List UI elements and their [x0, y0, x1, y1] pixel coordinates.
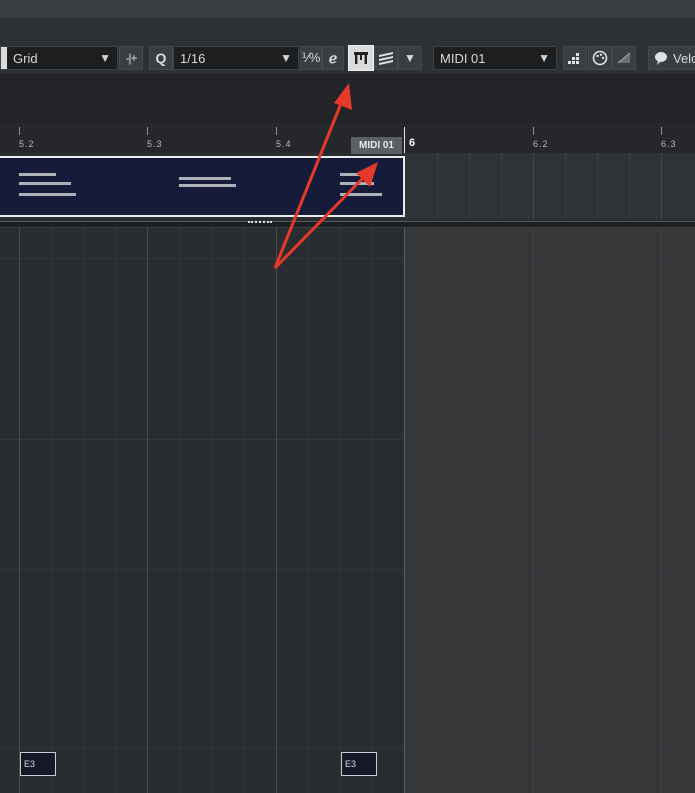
chevron-down-icon: ▼ [280, 51, 292, 65]
overview-grid-line [565, 153, 566, 219]
ruler-tick [533, 127, 534, 135]
auto-scroll-button[interactable] [348, 45, 374, 71]
overview-grid-line [469, 153, 470, 219]
chevron-down-icon: ▼ [99, 51, 111, 65]
track-select[interactable]: MIDI 01 ▼ [433, 46, 557, 70]
overview-grid-line [501, 153, 502, 219]
overview-grid-line [533, 153, 534, 219]
grid-line [243, 228, 244, 793]
midi-part[interactable] [0, 156, 405, 217]
quantize-button[interactable]: Q [149, 46, 173, 70]
auto-scroll-icon [354, 52, 368, 64]
percent-quantize-icon: ⅟% [301, 50, 321, 65]
editor-toolbar: Grid ▼ -|+ Q 1/16 ▼ ⅟% ℯ ▼ MIDI 01 ▼ Vel… [0, 40, 695, 74]
quantize-setup-icon: ℯ [328, 49, 338, 66]
key-row-line [0, 258, 695, 259]
snap-indicator [1, 47, 7, 69]
overview-grid-line [597, 153, 598, 219]
grid-line [308, 228, 309, 793]
overview-grid-line [629, 153, 630, 219]
midi-note[interactable]: E3 [20, 752, 56, 776]
key-row-line [0, 748, 695, 749]
info-line [0, 74, 695, 124]
grid-line [340, 228, 341, 793]
grid-line [179, 228, 180, 793]
speech-bubble-icon [655, 52, 667, 65]
chevron-down-icon: ▼ [404, 51, 416, 65]
overview-outside-area [404, 153, 695, 219]
track-name-value: MIDI 01 [440, 50, 486, 66]
note-editor-grid[interactable]: E3 E3 [0, 228, 695, 793]
ruler-label: 5.3 [147, 139, 163, 149]
ruler-label: 5.2 [19, 139, 35, 149]
ruler-label: 6.3 [661, 139, 677, 149]
layers-icon [379, 52, 393, 65]
note-steps-icon [568, 53, 579, 64]
chevron-down-icon: ▼ [538, 51, 550, 65]
mini-note [19, 173, 56, 176]
mini-note [179, 184, 236, 187]
color-scheme-button[interactable] [588, 46, 612, 70]
mini-note [19, 182, 71, 185]
mute-icon [617, 52, 631, 64]
quantize-value: 1/16 [180, 50, 206, 66]
quantize-label: Q [155, 50, 167, 66]
ruler-tick [276, 127, 277, 135]
mute-edit-button[interactable] [612, 46, 636, 70]
grid-line [51, 228, 52, 793]
beat-line [661, 228, 662, 793]
beat-line [19, 228, 20, 793]
mini-note [179, 177, 231, 180]
ruler-tick [19, 127, 20, 135]
key-row-line [0, 439, 695, 440]
mini-note [340, 182, 374, 185]
beat-line [276, 228, 277, 793]
beat-line [533, 228, 534, 793]
velocity-label: Velo [673, 50, 695, 66]
grid-line [115, 228, 116, 793]
indicate-transpositions-button[interactable] [563, 46, 587, 70]
ruler-tick [147, 127, 148, 135]
ruler-tick [661, 127, 662, 135]
midi-note[interactable]: E3 [341, 752, 377, 776]
title-strip [0, 0, 695, 18]
overview-grid-line [661, 153, 662, 219]
iterative-quantize-button[interactable]: ⅟% [300, 46, 322, 70]
grid-line [211, 228, 212, 793]
ruler-label: 6.2 [533, 139, 549, 149]
snap-insert-icon: -|+ [125, 51, 137, 65]
grid-line [372, 228, 373, 793]
bar-line [404, 127, 405, 153]
insert-snap-button[interactable]: -|+ [119, 46, 143, 70]
mini-note [340, 173, 364, 176]
quantize-preset-select[interactable]: 1/16 ▼ [173, 46, 299, 70]
resize-handle[interactable] [248, 221, 272, 226]
overview-grid-line [437, 153, 438, 219]
lane-divider[interactable] [0, 221, 695, 228]
velocity-select[interactable]: Velo [648, 46, 695, 70]
outside-part-area [404, 228, 695, 793]
suspend-autoscroll-button[interactable] [374, 46, 398, 70]
key-row-line [0, 569, 695, 570]
ruler-bar-label: 6 [409, 137, 416, 149]
part-name-tag[interactable]: MIDI 01 [351, 137, 402, 154]
mini-note [340, 193, 382, 196]
autoscroll-options-button[interactable]: ▼ [398, 46, 422, 70]
palette-icon [592, 50, 608, 66]
beat-line [147, 228, 148, 793]
ruler-label: 5.4 [276, 139, 292, 149]
mini-note [19, 193, 76, 196]
timeline-ruler[interactable]: 5.2 5.3 5.4 6 6.2 6.3 [0, 123, 695, 154]
bar-line [404, 228, 405, 793]
grid-line [83, 228, 84, 793]
window-top-bar [0, 0, 695, 41]
snap-type-select[interactable]: Grid ▼ [0, 46, 118, 70]
quantize-settings-button[interactable]: ℯ [322, 46, 344, 70]
